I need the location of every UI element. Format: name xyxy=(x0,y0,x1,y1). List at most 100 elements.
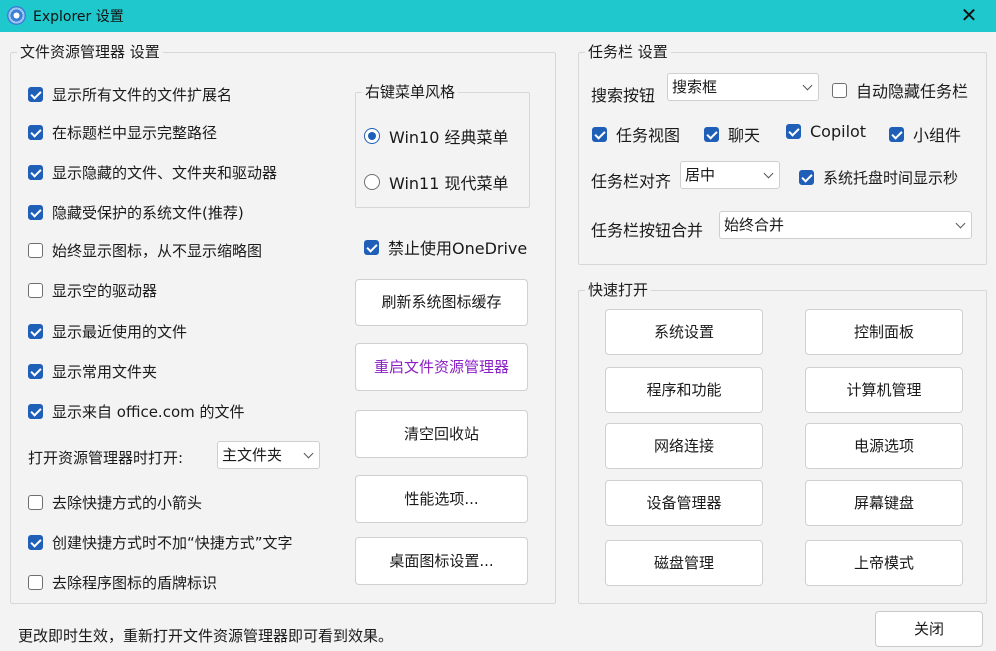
god-mode-button[interactable]: 上帝模式 xyxy=(805,540,963,586)
performance-options-button[interactable]: 性能选项... xyxy=(355,475,528,523)
window-close-button[interactable]: ✕ xyxy=(946,0,992,32)
checkbox-box xyxy=(832,82,847,98)
control-panel-button[interactable]: 控制面板 xyxy=(805,309,963,355)
checkbox-label: 创建快捷方式时不加“快捷方式”文字 xyxy=(52,534,293,552)
checkbox-recent-files[interactable]: 显示最近使用的文件 xyxy=(28,321,187,342)
checkbox-show-extensions[interactable]: 显示所有文件的文件扩展名 xyxy=(28,84,232,105)
checkbox-box xyxy=(704,126,719,142)
close-button[interactable]: 关闭 xyxy=(875,611,983,647)
checkbox-box xyxy=(786,124,801,139)
checkbox-box xyxy=(28,535,43,550)
checkbox-box xyxy=(28,404,43,419)
checkbox-autohide-taskbar[interactable]: 自动隐藏任务栏 xyxy=(832,78,968,102)
restart-explorer-button[interactable]: 重启文件资源管理器 xyxy=(355,343,528,391)
checkbox-label: 去除程序图标的盾牌标识 xyxy=(52,574,218,592)
checkbox-show-hidden[interactable]: 显示隐藏的文件、文件夹和驱动器 xyxy=(28,162,277,183)
radio-circle xyxy=(364,174,380,190)
checkbox-no-shortcut-text[interactable]: 创建快捷方式时不加“快捷方式”文字 xyxy=(28,532,293,553)
computer-management-button[interactable]: 计算机管理 xyxy=(805,367,963,413)
taskbar-combine-label: 任务栏按钮合并 xyxy=(591,221,704,240)
checkbox-box xyxy=(28,243,43,258)
checkbox-remove-arrow[interactable]: 去除快捷方式的小箭头 xyxy=(28,492,202,513)
checkbox-label: 任务视图 xyxy=(616,126,681,145)
window-title: Explorer 设置 xyxy=(33,9,124,25)
refresh-icon-cache-button[interactable]: 刷新系统图标缓存 xyxy=(355,279,528,326)
checkbox-disable-onedrive[interactable]: 禁止使用OneDrive xyxy=(364,235,527,259)
checkbox-label: Copilot xyxy=(810,122,867,141)
checkbox-label: 始终显示图标，从不显示缩略图 xyxy=(52,242,263,260)
explorer-settings-legend: 文件资源管理器 设置 xyxy=(17,43,163,61)
taskbar-align-value: 居中 xyxy=(685,166,716,184)
taskbar-combine-select[interactable]: 始终合并 xyxy=(719,211,972,239)
checkbox-full-path[interactable]: 在标题栏中显示完整路径 xyxy=(28,122,217,143)
checkbox-box xyxy=(28,283,43,298)
programs-features-button[interactable]: 程序和功能 xyxy=(605,367,763,413)
search-button-value: 搜索框 xyxy=(672,78,718,96)
taskbar-align-label: 任务栏对齐 xyxy=(591,172,672,191)
checkbox-frequent-folders[interactable]: 显示常用文件夹 xyxy=(28,361,157,382)
title-bar: Explorer 设置 ✕ xyxy=(0,0,996,32)
checkbox-box xyxy=(28,205,43,220)
radio-win10-menu[interactable]: Win10 经典菜单 xyxy=(364,124,509,148)
checkbox-label: 显示常用文件夹 xyxy=(52,363,158,381)
chevron-down-icon xyxy=(303,448,314,459)
disk-management-button[interactable]: 磁盘管理 xyxy=(605,540,763,586)
checkbox-box xyxy=(28,125,43,140)
search-button-select[interactable]: 搜索框 xyxy=(667,73,819,101)
chevron-down-icon xyxy=(955,218,966,229)
radio-label: Win10 经典菜单 xyxy=(389,128,509,147)
checkbox-clock-seconds[interactable]: 系统托盘时间显示秒 xyxy=(799,167,958,188)
device-manager-button[interactable]: 设备管理器 xyxy=(605,480,763,526)
checkbox-widgets[interactable]: 小组件 xyxy=(889,122,961,146)
checkbox-label: 聊天 xyxy=(728,126,761,145)
checkbox-chat[interactable]: 聊天 xyxy=(704,122,760,146)
radio-circle xyxy=(364,128,380,144)
checkbox-box xyxy=(889,126,904,142)
checkbox-label: 显示隐藏的文件、文件夹和驱动器 xyxy=(52,164,278,182)
checkbox-task-view[interactable]: 任务视图 xyxy=(592,122,680,146)
radio-label: Win11 现代菜单 xyxy=(389,174,509,193)
checkbox-box xyxy=(28,575,43,590)
checkbox-remove-shield[interactable]: 去除程序图标的盾牌标识 xyxy=(28,572,217,593)
checkbox-label: 显示最近使用的文件 xyxy=(52,323,188,341)
network-connections-button[interactable]: 网络连接 xyxy=(605,423,763,469)
menu-style-legend: 右键菜单风格 xyxy=(362,83,459,101)
checkbox-box xyxy=(28,324,43,339)
checkbox-label: 显示空的驱动器 xyxy=(52,282,158,300)
taskbar-align-select[interactable]: 居中 xyxy=(680,161,780,189)
checkbox-box xyxy=(28,87,43,102)
checkbox-box xyxy=(28,495,43,510)
checkbox-empty-drives[interactable]: 显示空的驱动器 xyxy=(28,280,157,301)
chevron-down-icon xyxy=(763,168,774,179)
open-to-value: 主文件夹 xyxy=(222,446,283,464)
checkbox-box xyxy=(28,165,43,180)
checkbox-box xyxy=(799,170,814,185)
checkbox-label: 隐藏受保护的系统文件(推荐) xyxy=(52,204,244,222)
chevron-down-icon xyxy=(802,80,813,91)
taskbar-settings-legend: 任务栏 设置 xyxy=(585,43,671,61)
checkbox-hide-protected[interactable]: 隐藏受保护的系统文件(推荐) xyxy=(28,202,244,223)
checkbox-label: 显示所有文件的文件扩展名 xyxy=(52,86,233,104)
empty-recycle-bin-button[interactable]: 清空回收站 xyxy=(355,410,528,458)
checkbox-label: 禁止使用OneDrive xyxy=(388,239,528,258)
checkbox-label: 显示来自 office.com 的文件 xyxy=(52,403,245,421)
checkbox-label: 在标题栏中显示完整路径 xyxy=(52,124,218,142)
checkbox-label: 去除快捷方式的小箭头 xyxy=(52,494,203,512)
checkbox-box xyxy=(28,364,43,379)
on-screen-keyboard-button[interactable]: 屏幕键盘 xyxy=(805,480,963,526)
checkbox-always-icons[interactable]: 始终显示图标，从不显示缩略图 xyxy=(28,240,262,261)
search-button-label: 搜索按钮 xyxy=(591,86,656,105)
desktop-icon-settings-button[interactable]: 桌面图标设置... xyxy=(355,537,528,585)
taskbar-combine-value: 始终合并 xyxy=(724,216,785,234)
checkbox-office-files[interactable]: 显示来自 office.com 的文件 xyxy=(28,401,245,422)
power-options-button[interactable]: 电源选项 xyxy=(805,423,963,469)
checkbox-box xyxy=(364,239,379,255)
radio-win11-menu[interactable]: Win11 现代菜单 xyxy=(364,170,509,194)
gear-icon xyxy=(7,6,26,25)
system-settings-button[interactable]: 系统设置 xyxy=(605,309,763,355)
open-to-label: 打开资源管理器时打开: xyxy=(28,449,184,467)
checkbox-label: 系统托盘时间显示秒 xyxy=(823,169,959,187)
open-to-select[interactable]: 主文件夹 xyxy=(217,441,320,469)
quick-open-legend: 快速打开 xyxy=(585,281,652,299)
checkbox-copilot[interactable]: Copilot xyxy=(786,122,866,141)
